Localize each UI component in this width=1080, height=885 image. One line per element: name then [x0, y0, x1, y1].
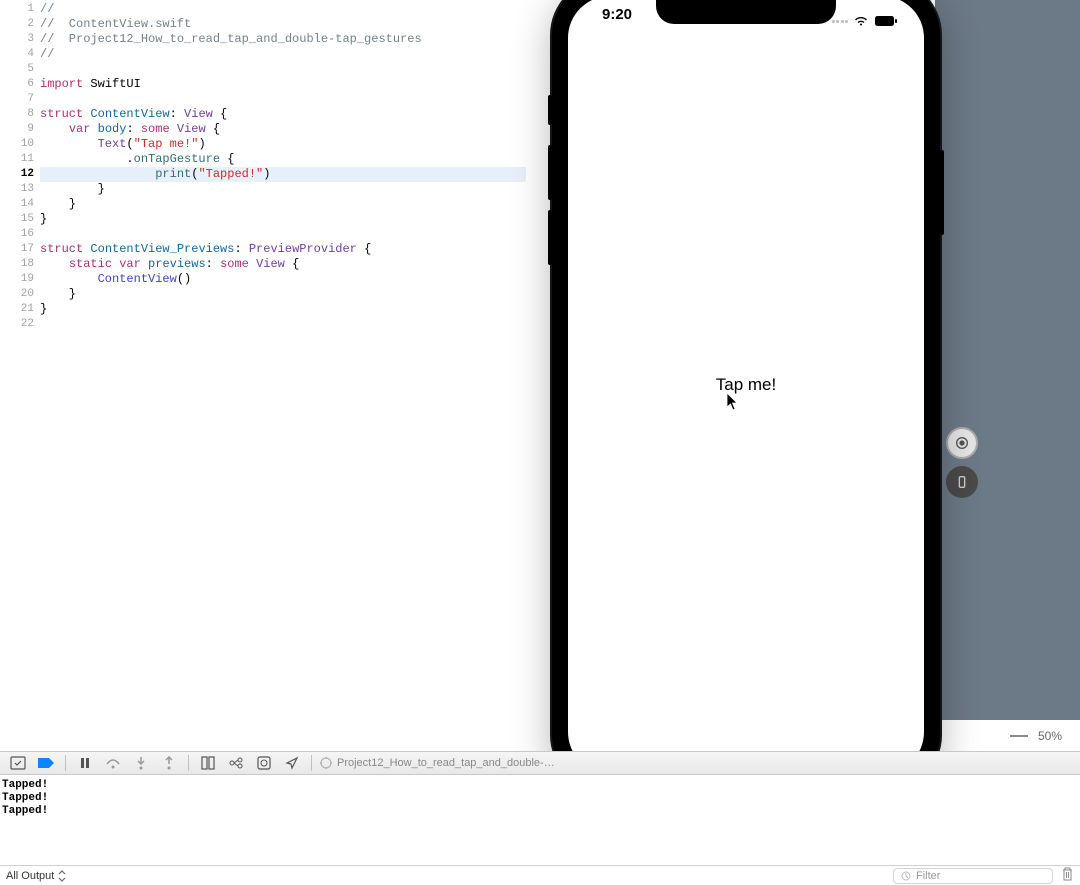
step-out-button[interactable]	[157, 753, 181, 773]
phone-volume-down	[548, 210, 552, 265]
line-number-gutter: 12345678910111213141516171819202122	[0, 0, 40, 751]
step-over-button[interactable]	[101, 753, 125, 773]
step-into-button[interactable]	[129, 753, 153, 773]
wifi-icon	[853, 15, 869, 27]
preview-zoom-controls: 50%	[1010, 726, 1080, 746]
preview-run-button[interactable]	[946, 427, 978, 459]
clear-console-button[interactable]	[1061, 867, 1074, 884]
signal-icon	[832, 20, 849, 23]
console-footer: All Output Filter	[0, 865, 1080, 885]
status-bar: 9:20	[568, 6, 924, 36]
phone-power-button	[940, 150, 944, 235]
zoom-out-button[interactable]	[1010, 735, 1028, 737]
separator	[311, 755, 312, 771]
pause-button[interactable]	[73, 753, 97, 773]
phone-volume-up	[548, 145, 552, 200]
simulator-screen[interactable]: 9:20 Tap me!	[568, 0, 924, 774]
status-time: 9:20	[602, 6, 632, 36]
memory-graph-button[interactable]	[224, 753, 248, 773]
breakpoints-button[interactable]	[34, 753, 58, 773]
view-debug-button[interactable]	[196, 753, 220, 773]
debug-toolbar: Project12_How_to_read_tap_and_double-…	[0, 751, 1080, 775]
preview-device-button[interactable]	[946, 466, 978, 498]
console-output[interactable]: Tapped! Tapped! Tapped!	[0, 775, 1080, 865]
target-icon	[319, 756, 333, 770]
preview-background	[935, 0, 1080, 720]
simulator-phone: 9:20 Tap me!	[552, 0, 940, 790]
toggle-debug-button[interactable]	[6, 753, 30, 773]
output-scope-selector[interactable]: All Output	[6, 870, 54, 882]
chevron-up-down-icon	[58, 870, 66, 882]
separator	[188, 755, 189, 771]
breadcrumb-label: Project12_How_to_read_tap_and_double-…	[337, 757, 555, 769]
filter-icon	[900, 870, 912, 882]
battery-icon	[874, 15, 898, 27]
trash-icon	[1061, 867, 1074, 881]
environment-button[interactable]	[252, 753, 276, 773]
console-filter-input[interactable]: Filter	[893, 868, 1053, 884]
location-button[interactable]	[280, 753, 304, 773]
app-text-label[interactable]: Tap me!	[716, 375, 776, 395]
status-icons	[832, 6, 899, 36]
filter-placeholder: Filter	[916, 870, 940, 882]
zoom-level-label: 50%	[1038, 729, 1062, 743]
debug-breadcrumb[interactable]: Project12_How_to_read_tap_and_double-…	[319, 756, 555, 770]
phone-mute-switch	[548, 95, 552, 125]
separator	[65, 755, 66, 771]
